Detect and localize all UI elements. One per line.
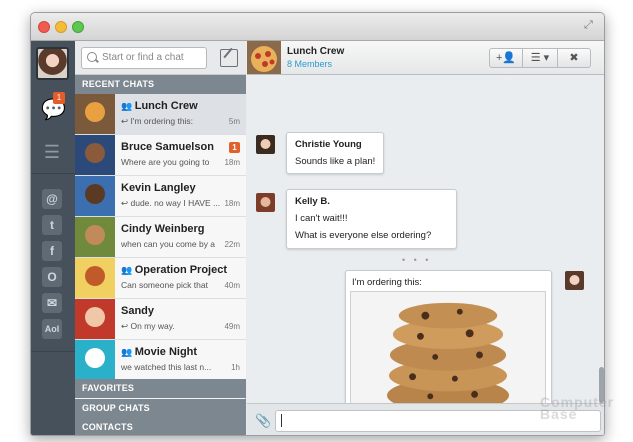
chat-list-item[interactable]: 👥 Lunch Crew ↩ I'm ordering this: 5m [75,94,246,135]
twitter-service-icon[interactable]: t [42,215,62,235]
message-bubble: Kelly B. I can't wait!!! What is everyon… [286,189,457,249]
chat-name: Sandy [121,305,155,317]
chat-name: 👥 Movie Night [121,346,198,358]
facebook-service-icon[interactable]: f [42,241,62,261]
title-bar: ⤢ [31,13,604,41]
message-text: I can't wait!!! [295,213,348,224]
group-icon: 👥 [121,101,135,111]
section-contacts[interactable]: CONTACTS [75,418,246,435]
conversation-header: Lunch Crew 8 Members +👤 ☰ ▾ ✖ [247,41,604,75]
chat-list-item[interactable]: 👥 Movie Night we watched this last n... 1h [75,340,246,381]
rail-divider [31,173,75,174]
typing-indicator: • • • [402,255,432,265]
messaging-app-window: ⤢ 💬 1 ☰ @ t f O ✉ Aol Start or find a ch… [30,12,605,436]
fullscreen-icon[interactable]: ⤢ [584,19,598,33]
chat-list-item[interactable]: Cindy Weinberg when can you come by a 22m [75,217,246,258]
contact-avatar [75,217,115,257]
chat-time: 18m [224,158,240,167]
instagram-service-icon[interactable]: O [42,267,62,287]
section-group-chats[interactable]: GROUP CHATS [75,399,246,418]
chats-unread-badge: 1 [53,92,65,104]
message-author: Kelly B. [295,196,330,207]
mail-service-icon[interactable]: ✉ [42,293,62,313]
chat-name: Cindy Weinberg [121,223,205,235]
unread-badge: 1 [229,142,240,153]
message-text: What is everyone else ordering? [295,230,432,241]
chat-time: 22m [224,240,240,249]
options-menu-button[interactable]: ☰ ▾ [522,48,558,68]
contact-avatar [75,258,115,298]
group-icon: 👥 [121,265,135,275]
chat-list-item[interactable]: Sandy ↩ On my way. 49m [75,299,246,340]
close-chat-button[interactable]: ✖ [557,48,591,68]
section-recent-chats[interactable]: RECENT CHATS [75,75,246,94]
chat-list-panel: Start or find a chat RECENT CHATS 👥 Lunc… [75,41,246,435]
chat-preview: when can you come by a [121,239,216,249]
add-member-button[interactable]: +👤 [489,48,523,68]
group-avatar [247,41,281,74]
chat-list-item[interactable]: Bruce Samuelson Where are you going to 18m… [75,135,246,176]
chat-list-item[interactable]: 👥 Operation Project Can someone pick that… [75,258,246,299]
kelly-avatar [256,193,275,212]
section-favorites[interactable]: FAVORITES [75,379,246,398]
aim-service-icon[interactable]: @ [42,189,62,209]
conversation-title: Lunch Crew [287,46,345,57]
search-icon [87,52,97,62]
paperclip-icon[interactable]: 📎 [255,413,271,428]
chat-preview: Where are you going to [121,157,210,167]
text-caret [281,414,282,427]
group-icon: 👥 [121,347,135,357]
buddy-list-icon[interactable]: ☰ [41,141,63,163]
my-message-avatar [565,271,584,290]
cookies-photo[interactable] [350,291,546,419]
chat-name: Bruce Samuelson [121,141,214,153]
minimize-window-button[interactable] [55,21,67,33]
zoom-window-button[interactable] [72,21,84,33]
contact-avatar [75,135,115,175]
close-window-button[interactable] [38,21,50,33]
chat-name: Kevin Langley [121,182,196,194]
my-avatar[interactable] [36,47,69,80]
christie-avatar [256,135,275,154]
chat-preview: ↩ On my way. [121,321,175,331]
watermark: Computer Base [540,394,615,422]
message-author: Christie Young [295,139,362,150]
chat-list-item[interactable]: Kevin Langley ↩ dude. no way I HAVE ... 18… [75,176,246,217]
compose-icon[interactable] [220,49,238,67]
conversation-panel: Lunch Crew 8 Members +👤 ☰ ▾ ✖ Christie Y… [247,41,604,435]
chat-time: 40m [224,281,240,290]
search-input[interactable]: Start or find a chat [81,47,207,69]
chat-time: 18m [224,199,240,208]
message-text: I'm ordering this: [352,277,422,288]
chat-time: 49m [224,322,240,331]
chat-preview: ↩ I'm ordering this: [121,116,194,126]
contact-avatar [75,176,115,216]
chat-preview: ↩ dude. no way I HAVE ... [121,198,221,208]
chat-time: 5m [228,117,240,126]
rail-divider [31,351,75,352]
contact-avatar [75,299,115,339]
aol-service-icon[interactable]: Aol [42,319,62,339]
message-bubble: Christie Young Sounds like a plan! [286,132,384,174]
contact-avatar [75,94,115,134]
chat-name: 👥 Lunch Crew [121,100,198,112]
message-area: Christie Young Sounds like a plan! Kelly… [247,75,604,428]
chat-preview: we watched this last n... [121,362,212,372]
search-bar: Start or find a chat [75,41,246,75]
chat-preview: Can someone pick that [121,280,208,290]
members-count[interactable]: 8 Members [287,59,332,69]
left-icon-rail: 💬 1 ☰ @ t f O ✉ Aol [31,41,75,435]
message-text: Sounds like a plan! [295,156,376,167]
chat-name: 👥 Operation Project [121,264,228,276]
contact-avatar [75,340,115,380]
chat-time: 1h [231,363,240,372]
